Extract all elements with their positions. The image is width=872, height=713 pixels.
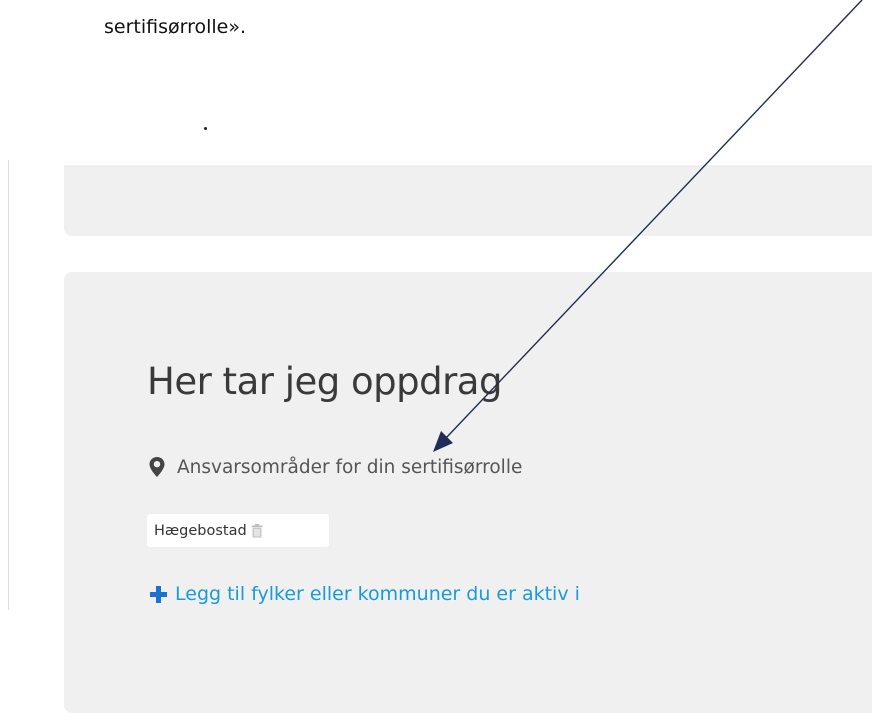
section-subtitle: Ansvarsområder for din sertifisørrolle	[148, 456, 522, 478]
add-area-link-label: Legg til fylker eller kommuner du er akt…	[175, 583, 580, 605]
add-area-link[interactable]: Legg til fylker eller kommuner du er akt…	[150, 583, 580, 605]
left-divider	[8, 160, 9, 610]
top-panel	[64, 165, 872, 236]
map-marker-icon	[149, 457, 165, 477]
trash-icon[interactable]	[251, 523, 263, 538]
stray-dot	[204, 127, 207, 130]
plus-icon	[150, 585, 167, 603]
main-panel	[64, 272, 872, 713]
subtitle-label: Ansvarsområder for din sertifisørrolle	[177, 456, 523, 478]
document-text-line: sertifisørrolle».	[104, 16, 247, 38]
section-heading: Her tar jeg oppdrag	[147, 360, 502, 403]
area-tag: Hægebostad	[147, 514, 329, 547]
area-tag-label: Hægebostad	[154, 522, 247, 539]
